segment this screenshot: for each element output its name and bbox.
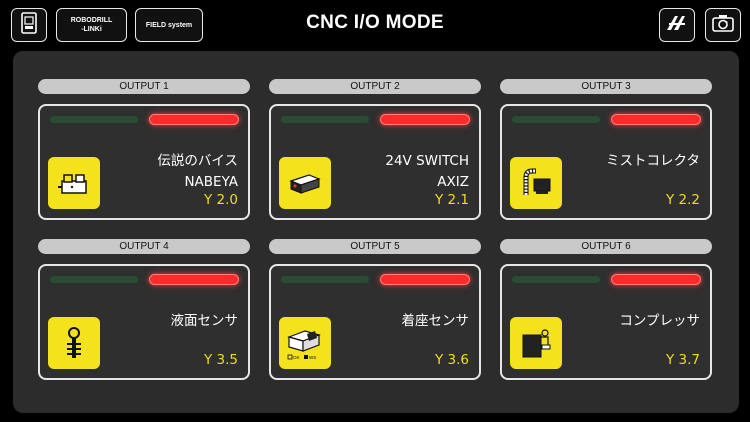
- top-bar: ROBODRILL -LINKi FIELD system CNC I/O MO…: [0, 0, 750, 48]
- output-name: 24V SWITCH AXIZ: [385, 151, 469, 193]
- status-led-green: [280, 275, 370, 284]
- field-system-button[interactable]: FIELD system: [135, 8, 203, 42]
- status-led-green: [49, 275, 139, 284]
- output-name-line1: 伝説のバイス: [157, 153, 238, 169]
- home-button[interactable]: [11, 8, 47, 42]
- output-name: 伝説のバイス NABEYA: [157, 151, 238, 193]
- level-sensor-icon: [48, 317, 100, 369]
- output-name-line2: AXIZ: [437, 174, 469, 190]
- vise-icon: [48, 157, 100, 209]
- output-name: コンプレッサ: [619, 311, 700, 332]
- icon-legend-ok: OK: [293, 355, 300, 360]
- status-led-green: [511, 115, 601, 124]
- seating-sensor-icon: OK WS: [279, 317, 331, 369]
- output-address: Y 3.6: [434, 352, 469, 368]
- status-led-red: [380, 274, 470, 285]
- output-name-line1: 24V SWITCH: [385, 153, 469, 169]
- output-name: 着座センサ: [402, 311, 470, 332]
- output-name-line2: NABEYA: [184, 174, 238, 190]
- output-address: Y 2.0: [203, 192, 238, 208]
- icon-legend-ws: WS: [309, 355, 316, 360]
- output-address: Y 2.1: [434, 192, 469, 208]
- field-system-label: FIELD system: [145, 21, 193, 29]
- output-label: OUTPUT 6: [500, 239, 712, 254]
- output-card-6[interactable]: コンプレッサ Y 3.7: [500, 264, 712, 380]
- output-card-5[interactable]: OK WS 着座センサ Y 3.6: [269, 264, 481, 380]
- output-name-line1: 着座センサ: [401, 313, 470, 329]
- output-address: Y 2.2: [665, 192, 700, 208]
- machine-icon: [19, 11, 39, 40]
- compressor-icon: [510, 317, 562, 369]
- switch-box-icon: [279, 157, 331, 209]
- status-led-red: [380, 114, 470, 125]
- output-label: OUTPUT 4: [38, 239, 250, 254]
- robodrill-label: ROBODRILL: [70, 17, 113, 24]
- output-label: OUTPUT 1: [38, 79, 250, 94]
- output-name-line1: コンプレッサ: [619, 313, 700, 329]
- output-slot-6: OUTPUT 6 コンプレッサ Y 3.7: [500, 239, 712, 380]
- output-card-4[interactable]: 液面センサ Y 3.5: [38, 264, 250, 380]
- output-name: ミストコレクタ: [606, 151, 700, 172]
- camera-button[interactable]: [705, 8, 741, 42]
- output-label: OUTPUT 5: [269, 239, 481, 254]
- camera-rotate-icon: [711, 13, 735, 38]
- output-name-line1: 液面センサ: [170, 313, 239, 329]
- output-card-1[interactable]: 伝説のバイス NABEYA Y 2.0: [38, 104, 250, 220]
- output-label: OUTPUT 2: [269, 79, 481, 94]
- output-card-2[interactable]: 24V SWITCH AXIZ Y 2.1: [269, 104, 481, 220]
- robodrill-link-button[interactable]: ROBODRILL -LINKi: [56, 8, 127, 42]
- output-panel: OUTPUT 1 伝説のバイス NABEYA Y 2.0 OUTPUT 2 24…: [13, 51, 739, 413]
- output-label: OUTPUT 3: [500, 79, 712, 94]
- output-slot-2: OUTPUT 2 24V SWITCH AXIZ Y 2.1: [269, 79, 481, 220]
- output-name-line1: ミストコレクタ: [606, 153, 700, 169]
- output-slot-5: OUTPUT 5 OK WS 着座センサ Y 3.6: [269, 239, 481, 380]
- output-slot-1: OUTPUT 1 伝説のバイス NABEYA Y 2.0: [38, 79, 250, 220]
- status-led-red: [149, 114, 239, 125]
- status-led-red: [611, 274, 701, 285]
- robodrill-sub-label: -LINKi: [81, 26, 102, 33]
- axiz-logo-icon: [665, 13, 689, 38]
- output-address: Y 3.7: [665, 352, 700, 368]
- status-led-red: [611, 114, 701, 125]
- output-name: 液面センサ: [171, 311, 239, 332]
- output-slot-4: OUTPUT 4 液面センサ Y 3.5: [38, 239, 250, 380]
- status-led-red: [149, 274, 239, 285]
- mist-collector-icon: [510, 157, 562, 209]
- status-led-green: [49, 115, 139, 124]
- status-led-green: [280, 115, 370, 124]
- status-led-green: [511, 275, 601, 284]
- output-card-3[interactable]: ミストコレクタ Y 2.2: [500, 104, 712, 220]
- output-address: Y 3.5: [203, 352, 238, 368]
- page-title: CNC I/O MODE: [306, 12, 444, 33]
- output-slot-3: OUTPUT 3 ミストコレクタ Y 2.2: [500, 79, 712, 220]
- axiz-button[interactable]: [659, 8, 695, 42]
